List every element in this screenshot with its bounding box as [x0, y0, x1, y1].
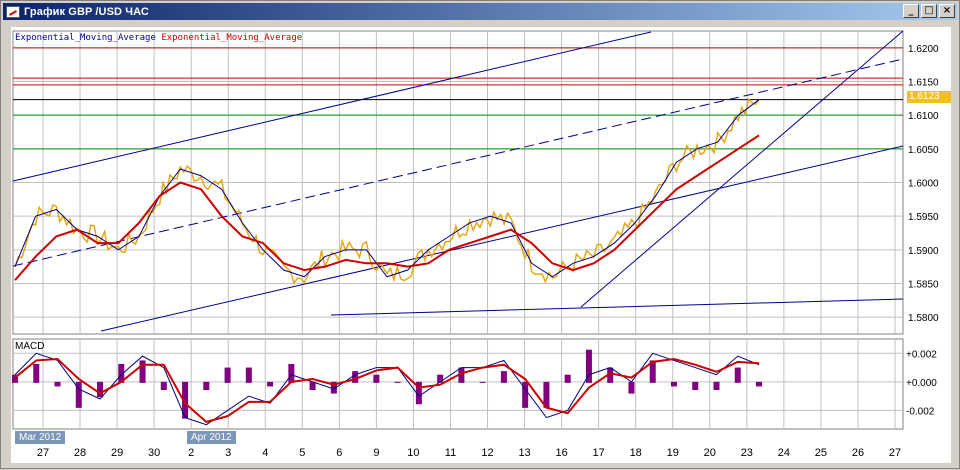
- y-tick-label: 1.6200: [908, 44, 939, 55]
- y-tick-label: 1.6000: [908, 179, 939, 190]
- month-badge-mar: Mar 2012: [15, 431, 66, 444]
- x-tick-label: 5: [299, 447, 305, 459]
- macd-histogram-bar: [203, 381, 210, 390]
- x-tick-label: 13: [518, 447, 530, 459]
- x-tick-label: 27: [37, 447, 49, 459]
- macd-y-tick-label: +0.002: [906, 349, 937, 360]
- macd-histogram-bar: [224, 367, 231, 383]
- x-tick-label: 26: [852, 447, 864, 459]
- month-badge-apr: Apr 2012: [187, 431, 236, 444]
- macd-histogram-bar: [394, 381, 401, 383]
- macd-histogram-bar: [33, 364, 40, 383]
- indicator-legend: Exponential_Moving_Average Exponential_M…: [15, 33, 302, 43]
- x-tick-label: 30: [148, 447, 160, 459]
- macd-y-tick-label: -0.002: [906, 406, 935, 417]
- x-tick-label: 17: [593, 447, 605, 459]
- x-tick-label: 6: [336, 447, 342, 459]
- x-tick-label: 18: [630, 447, 642, 459]
- macd-histogram-bar: [54, 381, 61, 387]
- x-tick-label: 12: [481, 447, 493, 459]
- y-tick-label: 1.6050: [908, 145, 939, 156]
- macd-label: MACD: [15, 341, 45, 352]
- macd-panel: [12, 338, 904, 430]
- chart-window: График GBP /USD ЧАС _ □ × 27 28 29 30 2 3 4 5 6 9…: [0, 0, 960, 469]
- x-tick-label: 25: [815, 447, 827, 459]
- legend-ema-fast: Exponential_Moving_Average: [15, 33, 156, 43]
- x-tick-label: 4: [262, 447, 268, 459]
- macd-histogram-bar: [352, 371, 359, 383]
- price-chart-svg[interactable]: 27 28 29 30 2 3 4 5 6 9 10 11 12 13 16 17 18 19 20 23 24 25 26…: [1, 1, 960, 470]
- x-tick-label: 27: [889, 447, 901, 459]
- x-tick-label: 2: [188, 447, 194, 459]
- y-tick-label: 1.5900: [908, 246, 939, 257]
- x-tick-label: 20: [704, 447, 716, 459]
- macd-histogram-bar: [500, 371, 507, 383]
- y-tick-label: 1.5850: [908, 280, 939, 291]
- macd-histogram-bar: [670, 381, 677, 387]
- y-tick-label: 1.6150: [908, 78, 939, 89]
- macd-histogram-bar: [692, 381, 699, 390]
- macd-histogram-bar: [734, 367, 741, 383]
- x-tick-label: 16: [555, 447, 567, 459]
- macd-histogram-bar: [160, 381, 167, 390]
- x-tick-label: 29: [111, 447, 123, 459]
- macd-histogram-bar: [628, 381, 635, 394]
- x-tick-label: 19: [667, 447, 679, 459]
- macd-histogram-bar: [756, 381, 762, 387]
- x-tick-label: 23: [741, 447, 753, 459]
- x-tick-label: 9: [373, 447, 379, 459]
- y-tick-label: 1.5800: [908, 313, 939, 324]
- x-tick-label: 3: [225, 447, 231, 459]
- macd-histogram-bar: [245, 367, 252, 383]
- macd-histogram-bar: [564, 374, 571, 383]
- macd-histogram-bar: [97, 381, 104, 398]
- macd-histogram-bar: [479, 381, 486, 383]
- x-tick-label: 11: [445, 447, 456, 459]
- macd-y-tick-label: +0.000: [906, 378, 937, 389]
- x-tick-label: 24: [778, 447, 790, 459]
- current-price-tag: 1.6123: [907, 91, 951, 103]
- macd-histogram-bar: [713, 381, 720, 390]
- macd-histogram-bar: [267, 381, 274, 387]
- macd-histogram-bar: [373, 374, 380, 383]
- macd-histogram-bar: [288, 364, 295, 383]
- y-tick-label: 1.5950: [908, 212, 939, 223]
- x-tick-label: 28: [74, 447, 86, 459]
- legend-ema-slow: Exponential_Moving_Average: [161, 33, 303, 43]
- x-tick-label: 10: [407, 447, 419, 459]
- y-tick-label: 1.6100: [908, 111, 939, 122]
